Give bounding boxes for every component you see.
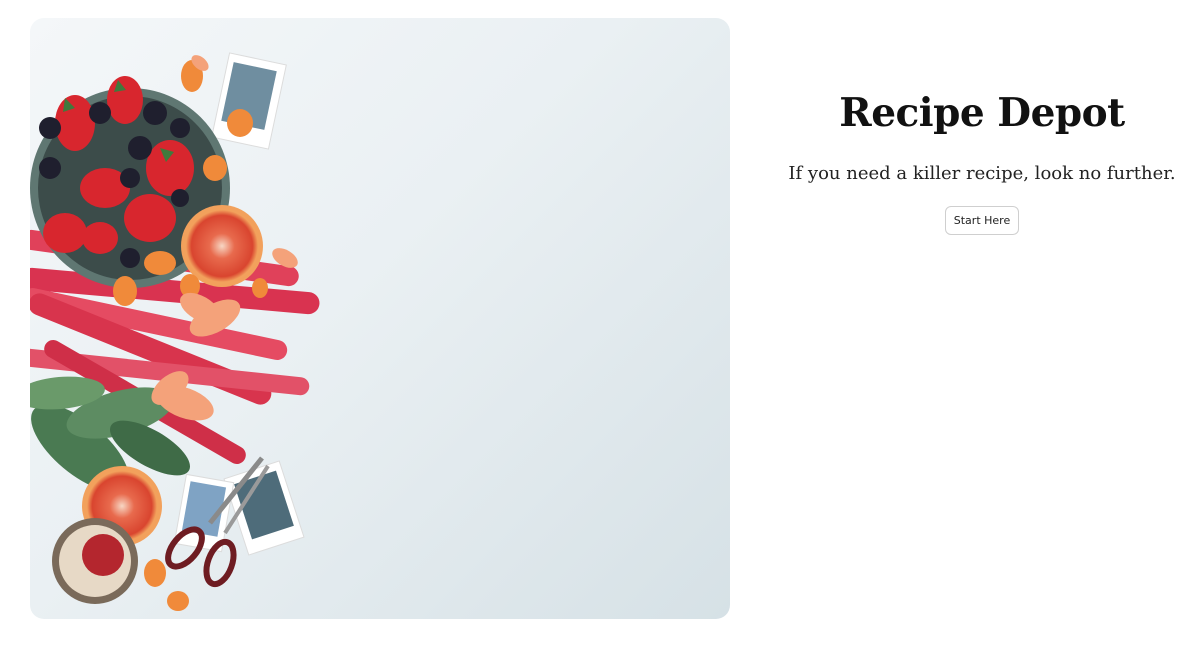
hero-content: Recipe Depot If you need a killer recipe…: [766, 90, 1198, 235]
peppercorn-bowl: [52, 518, 138, 604]
site-title: Recipe Depot: [839, 90, 1125, 136]
start-here-button[interactable]: Start Here: [944, 205, 1020, 235]
hero-image: [30, 18, 730, 619]
food-flatlay-illustration: [30, 52, 320, 611]
site-tagline: If you need a killer recipe, look no fur…: [788, 162, 1176, 184]
